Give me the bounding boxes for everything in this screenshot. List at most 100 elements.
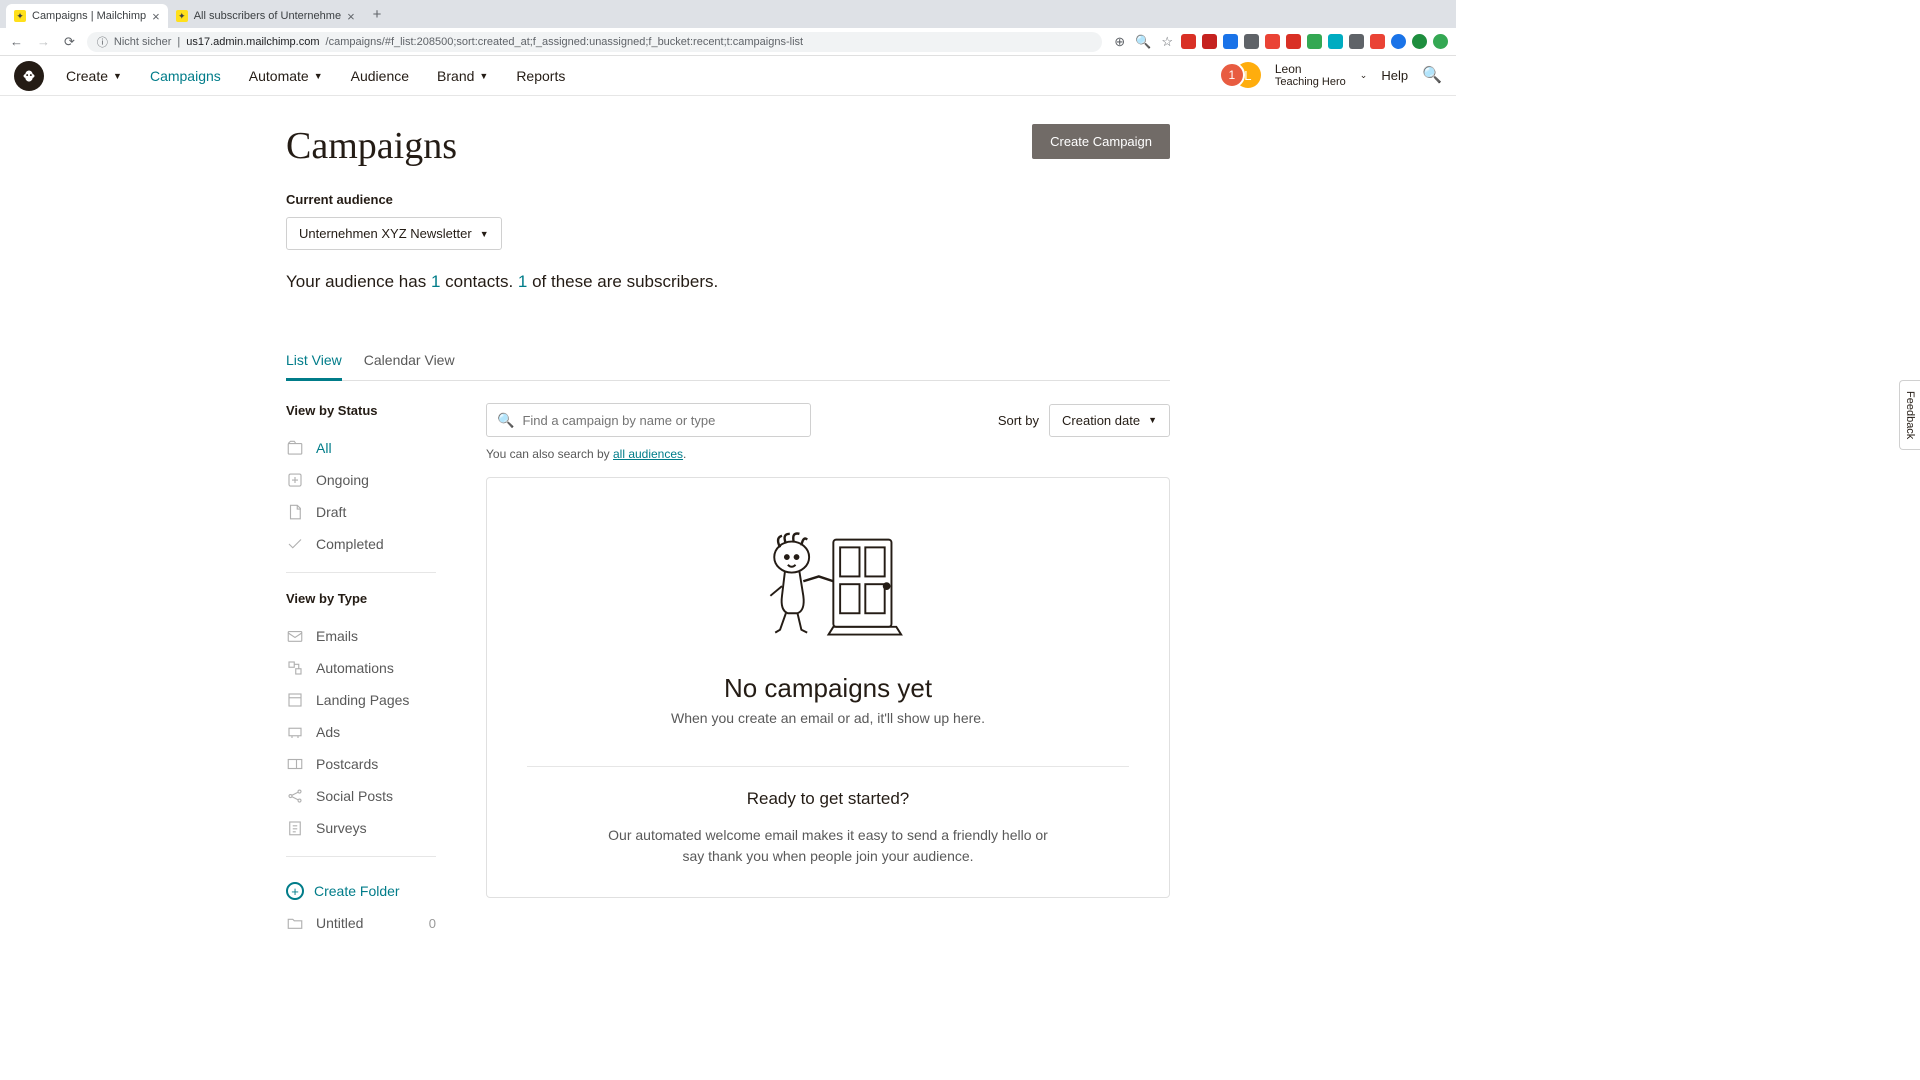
nav-brand[interactable]: Brand▼: [437, 68, 488, 84]
filter-ongoing[interactable]: Ongoing: [286, 464, 436, 496]
ext-icon[interactable]: [1412, 34, 1427, 49]
feedback-tab[interactable]: Feedback: [1899, 380, 1920, 450]
help-link[interactable]: Help: [1381, 68, 1408, 83]
ext-icon[interactable]: [1349, 34, 1364, 49]
survey-icon: [286, 819, 304, 837]
postcard-icon: [286, 755, 304, 773]
tab-title: All subscribers of Unternehme: [194, 10, 341, 22]
filter-draft[interactable]: Draft: [286, 496, 436, 528]
extension-icons: ⊕ 🔍 ☆: [1112, 34, 1448, 50]
new-tab-button[interactable]: +: [363, 6, 392, 23]
audience-select[interactable]: Unternehmen XYZ Newsletter ▼: [286, 217, 502, 250]
sort-value: Creation date: [1062, 413, 1140, 428]
favicon-icon: ✦: [176, 10, 188, 22]
nav-audience[interactable]: Audience: [351, 68, 409, 84]
back-button[interactable]: ←: [8, 34, 25, 49]
chevron-down-icon: ▼: [480, 229, 489, 239]
search-icon[interactable]: 🔍: [1422, 65, 1442, 85]
contacts-count: 1: [431, 272, 440, 291]
folder-item[interactable]: Untitled 0: [286, 907, 436, 939]
search-hint: You can also search by all audiences.: [486, 447, 1170, 461]
tab-close-icon[interactable]: ×: [152, 9, 160, 24]
page-icon: [286, 691, 304, 709]
main-column: 🔍 Sort by Creation date ▼ You can also s…: [486, 403, 1170, 939]
filter-ads[interactable]: Ads: [286, 716, 436, 748]
tab-close-icon[interactable]: ×: [347, 9, 355, 24]
favicon-icon: ✦: [14, 10, 26, 22]
search-box[interactable]: 🔍: [486, 403, 811, 437]
status-heading: View by Status: [286, 403, 436, 418]
monkey-icon: [18, 65, 40, 87]
filter-surveys[interactable]: Surveys: [286, 812, 436, 844]
ext-icon[interactable]: [1370, 34, 1385, 49]
ads-icon: [286, 723, 304, 741]
search-icon: 🔍: [497, 412, 514, 429]
empty-subtitle: When you create an email or ad, it'll sh…: [527, 710, 1129, 726]
browser-chrome: ✦ Campaigns | Mailchimp × ✦ All subscrib…: [0, 0, 1456, 56]
filter-postcards[interactable]: Postcards: [286, 748, 436, 780]
tab-list-view[interactable]: List View: [286, 352, 342, 381]
ext-icon[interactable]: [1307, 34, 1322, 49]
ext-icon[interactable]: [1391, 34, 1406, 49]
tab-title: Campaigns | Mailchimp: [32, 10, 146, 22]
empty-illustration: [751, 528, 906, 643]
reload-button[interactable]: ⟳: [62, 34, 77, 50]
audience-selected-value: Unternehmen XYZ Newsletter: [299, 226, 472, 241]
zoom-icon[interactable]: 🔍: [1133, 34, 1153, 50]
ext-icon[interactable]: [1202, 34, 1217, 49]
browser-tab-active[interactable]: ✦ Campaigns | Mailchimp ×: [6, 4, 168, 28]
filter-all[interactable]: All: [286, 432, 436, 464]
filter-completed[interactable]: Completed: [286, 528, 436, 560]
ext-icon[interactable]: [1328, 34, 1343, 49]
tab-calendar-view[interactable]: Calendar View: [364, 352, 455, 380]
user-name: Leon: [1275, 62, 1346, 76]
browser-tab-inactive[interactable]: ✦ All subscribers of Unternehme ×: [168, 4, 363, 28]
ext-icon[interactable]: [1265, 34, 1280, 49]
ongoing-icon: [286, 471, 304, 489]
ext-icon[interactable]: [1244, 34, 1259, 49]
search-input[interactable]: [522, 413, 800, 428]
nav-automate[interactable]: Automate▼: [249, 68, 323, 84]
create-campaign-button[interactable]: Create Campaign: [1032, 124, 1170, 159]
mailchimp-logo[interactable]: [14, 61, 44, 91]
nav-reports[interactable]: Reports: [516, 68, 565, 84]
sort-label: Sort by: [998, 413, 1039, 428]
filter-social-posts[interactable]: Social Posts: [286, 780, 436, 812]
star-icon[interactable]: ☆: [1159, 34, 1175, 50]
empty-title: No campaigns yet: [527, 673, 1129, 704]
address-bar: ← → ⟳ ⓘ Nicht sicher | us17.admin.mailch…: [0, 28, 1456, 56]
ext-icon[interactable]: [1286, 34, 1301, 49]
folder-count: 0: [429, 916, 436, 931]
forward-button[interactable]: →: [35, 34, 52, 49]
main-container: Campaigns Create Campaign Current audien…: [286, 96, 1170, 939]
nav-items: Create▼ Campaigns Automate▼ Audience Bra…: [66, 68, 565, 84]
ext-icon[interactable]: [1223, 34, 1238, 49]
check-icon: [286, 535, 304, 553]
folder-icon: [286, 914, 304, 932]
chevron-down-icon: ▼: [314, 71, 323, 81]
draft-icon: [286, 503, 304, 521]
security-label: Nicht sicher: [114, 36, 171, 48]
ready-text: Our automated welcome email makes it eas…: [608, 825, 1048, 867]
audience-stats: Your audience has 1 contacts. 1 of these…: [286, 272, 1170, 292]
filter-emails[interactable]: Emails: [286, 620, 436, 652]
nav-create[interactable]: Create▼: [66, 68, 122, 84]
ready-title: Ready to get started?: [527, 789, 1129, 809]
all-audiences-link[interactable]: all audiences: [613, 447, 683, 461]
translate-icon[interactable]: ⊕: [1112, 34, 1127, 50]
chevron-down-icon: ▼: [113, 71, 122, 81]
filter-sidebar: View by Status All Ongoing Draft Complet…: [286, 403, 436, 939]
nav-campaigns[interactable]: Campaigns: [150, 68, 221, 84]
automation-icon: [286, 659, 304, 677]
url-path: /campaigns/#f_list:208500;sort:created_a…: [326, 36, 804, 48]
ext-icon[interactable]: [1433, 34, 1448, 49]
user-menu[interactable]: Leon Teaching Hero: [1275, 62, 1346, 90]
create-folder-button[interactable]: + Create Folder: [286, 875, 436, 907]
top-nav: Create▼ Campaigns Automate▼ Audience Bra…: [0, 56, 1456, 96]
url-input[interactable]: ⓘ Nicht sicher | us17.admin.mailchimp.co…: [87, 32, 1102, 52]
filter-automations[interactable]: Automations: [286, 652, 436, 684]
sort-select[interactable]: Creation date ▼: [1049, 404, 1170, 437]
ext-icon[interactable]: [1181, 34, 1196, 49]
filter-landing-pages[interactable]: Landing Pages: [286, 684, 436, 716]
chevron-down-icon[interactable]: ⌄: [1360, 70, 1368, 81]
